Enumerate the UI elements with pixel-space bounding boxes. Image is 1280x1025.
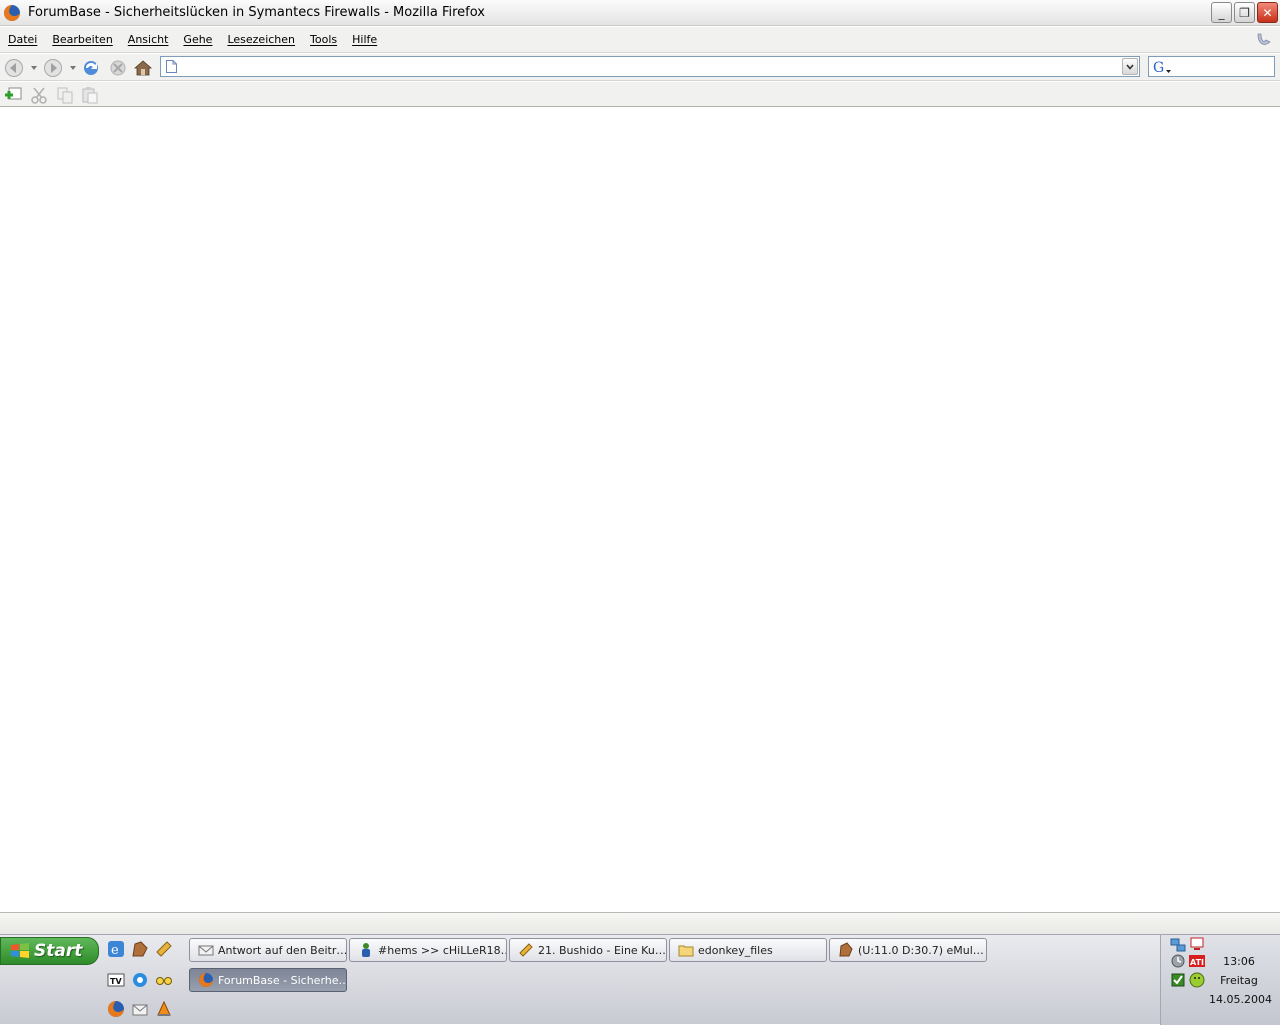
folder-icon bbox=[678, 945, 694, 957]
copy-icon[interactable] bbox=[55, 85, 75, 105]
clock-tray-icon[interactable] bbox=[1170, 953, 1186, 969]
page-icon bbox=[166, 60, 177, 73]
back-history-dropdown[interactable] bbox=[31, 66, 37, 70]
task-label: (U:11.0 D:30.7) eMul… bbox=[858, 943, 984, 957]
windows-logo-icon bbox=[11, 943, 29, 958]
smiley-icon[interactable] bbox=[1189, 972, 1205, 988]
menu-tools[interactable]: Tools bbox=[310, 33, 337, 46]
stop-icon[interactable] bbox=[108, 58, 128, 78]
clock-date: 14.05.2004 bbox=[1209, 993, 1272, 1006]
messenger-icon[interactable] bbox=[131, 971, 149, 989]
forward-icon[interactable] bbox=[43, 58, 63, 78]
window-title: ForumBase - Sicherheitslücken in Symante… bbox=[28, 5, 485, 20]
back-icon[interactable] bbox=[4, 58, 24, 78]
paste-icon[interactable] bbox=[80, 85, 100, 105]
task-button-firefox[interactable]: ForumBase - Sicherhe… bbox=[189, 968, 347, 992]
emule-icon bbox=[839, 942, 853, 957]
task-label: edonkey_files bbox=[698, 943, 773, 957]
menu-hilfe[interactable]: Hilfe bbox=[352, 33, 377, 46]
new-tab-icon[interactable] bbox=[3, 85, 23, 105]
display-icon[interactable] bbox=[1189, 936, 1205, 952]
search-bar[interactable]: G bbox=[1148, 56, 1275, 77]
menu-ansicht[interactable]: Ansicht bbox=[128, 33, 169, 46]
menu-bearbeiten[interactable]: Bearbeiten bbox=[52, 33, 112, 46]
ati-icon[interactable]: ATI bbox=[1189, 953, 1205, 969]
task-label: 21. Bushido - Eine Ku… bbox=[538, 943, 666, 957]
menu-bar: Datei Bearbeiten Ansicht Gehe Lesezeiche… bbox=[0, 27, 1280, 53]
task-button-bushido[interactable]: 21. Bushido - Eine Ku… bbox=[509, 938, 667, 962]
address-bar[interactable] bbox=[160, 56, 1140, 77]
search-input[interactable] bbox=[1175, 58, 1271, 75]
winamp-icon[interactable] bbox=[155, 940, 173, 958]
svg-text:TV: TV bbox=[110, 977, 122, 986]
maximize-button[interactable]: ❐ bbox=[1234, 2, 1255, 23]
firefox-icon bbox=[199, 973, 213, 987]
firefox-quicklaunch-icon[interactable] bbox=[107, 1000, 125, 1018]
tv-icon[interactable]: TV bbox=[107, 971, 125, 989]
menu-gehe[interactable]: Gehe bbox=[183, 33, 212, 46]
antivirus-icon[interactable] bbox=[1170, 972, 1186, 988]
clock-time[interactable]: 13:06 bbox=[1209, 955, 1269, 968]
window-title-bar[interactable]: ForumBase - Sicherheitslücken in Symante… bbox=[0, 0, 1280, 26]
firefox-icon bbox=[4, 4, 20, 21]
chevron-down-icon bbox=[1126, 63, 1134, 70]
close-button[interactable]: ✕ bbox=[1257, 2, 1278, 23]
google-engine-icon[interactable]: G bbox=[1152, 59, 1172, 75]
page-content-area[interactable] bbox=[0, 107, 1280, 912]
cut-icon[interactable] bbox=[29, 85, 49, 105]
ie-icon[interactable]: e bbox=[107, 940, 125, 958]
network-icon[interactable] bbox=[1170, 937, 1186, 953]
throbber-icon bbox=[1257, 33, 1271, 45]
start-button[interactable]: Start bbox=[0, 937, 99, 965]
svg-text:G: G bbox=[1153, 60, 1164, 75]
minimize-icon: _ bbox=[1218, 5, 1225, 20]
close-icon: ✕ bbox=[1262, 5, 1273, 20]
taskbar: Start e TV Antwort auf den Beitr… #hems … bbox=[0, 934, 1280, 1025]
edit-toolbar bbox=[0, 82, 1280, 107]
task-label: ForumBase - Sicherhe… bbox=[218, 973, 347, 987]
mail-quicklaunch-icon[interactable] bbox=[131, 1000, 149, 1018]
task-button-antwort[interactable]: Antwort auf den Beitr… bbox=[189, 938, 347, 962]
vlc-icon[interactable] bbox=[155, 1000, 173, 1018]
start-label: Start bbox=[34, 941, 83, 961]
menu-datei[interactable]: Datei bbox=[8, 33, 37, 46]
home-icon[interactable] bbox=[133, 58, 153, 78]
forward-history-dropdown[interactable] bbox=[70, 66, 76, 70]
clock-day: Freitag bbox=[1220, 974, 1258, 987]
url-input[interactable] bbox=[183, 58, 1123, 75]
task-button-edonkey-files[interactable]: edonkey_files bbox=[669, 938, 827, 962]
glasses-icon[interactable] bbox=[155, 971, 173, 989]
minimize-button[interactable]: _ bbox=[1211, 2, 1232, 23]
menu-lesezeichen[interactable]: Lesezeichen bbox=[227, 33, 295, 46]
chat-user-icon bbox=[362, 943, 370, 957]
system-tray: ATI 13:06 Freitag 14.05.2004 bbox=[1160, 935, 1280, 1025]
status-bar bbox=[0, 912, 1280, 934]
task-label: #hems >> cHiLLeR18… bbox=[378, 943, 507, 957]
music-icon bbox=[519, 943, 533, 957]
task-label: Antwort auf den Beitr… bbox=[218, 943, 347, 957]
restore-icon: ❐ bbox=[1239, 5, 1250, 20]
mail-icon bbox=[198, 945, 214, 956]
reload-icon[interactable] bbox=[81, 58, 101, 78]
task-button-emule[interactable]: (U:11.0 D:30.7) eMul… bbox=[829, 938, 987, 962]
svg-text:ATI: ATI bbox=[1190, 958, 1204, 967]
svg-text:e: e bbox=[111, 943, 119, 958]
url-dropdown-button[interactable] bbox=[1122, 58, 1138, 75]
emule-quicklaunch-icon[interactable] bbox=[131, 940, 149, 958]
task-button-irc[interactable]: #hems >> cHiLLeR18… bbox=[349, 938, 507, 962]
